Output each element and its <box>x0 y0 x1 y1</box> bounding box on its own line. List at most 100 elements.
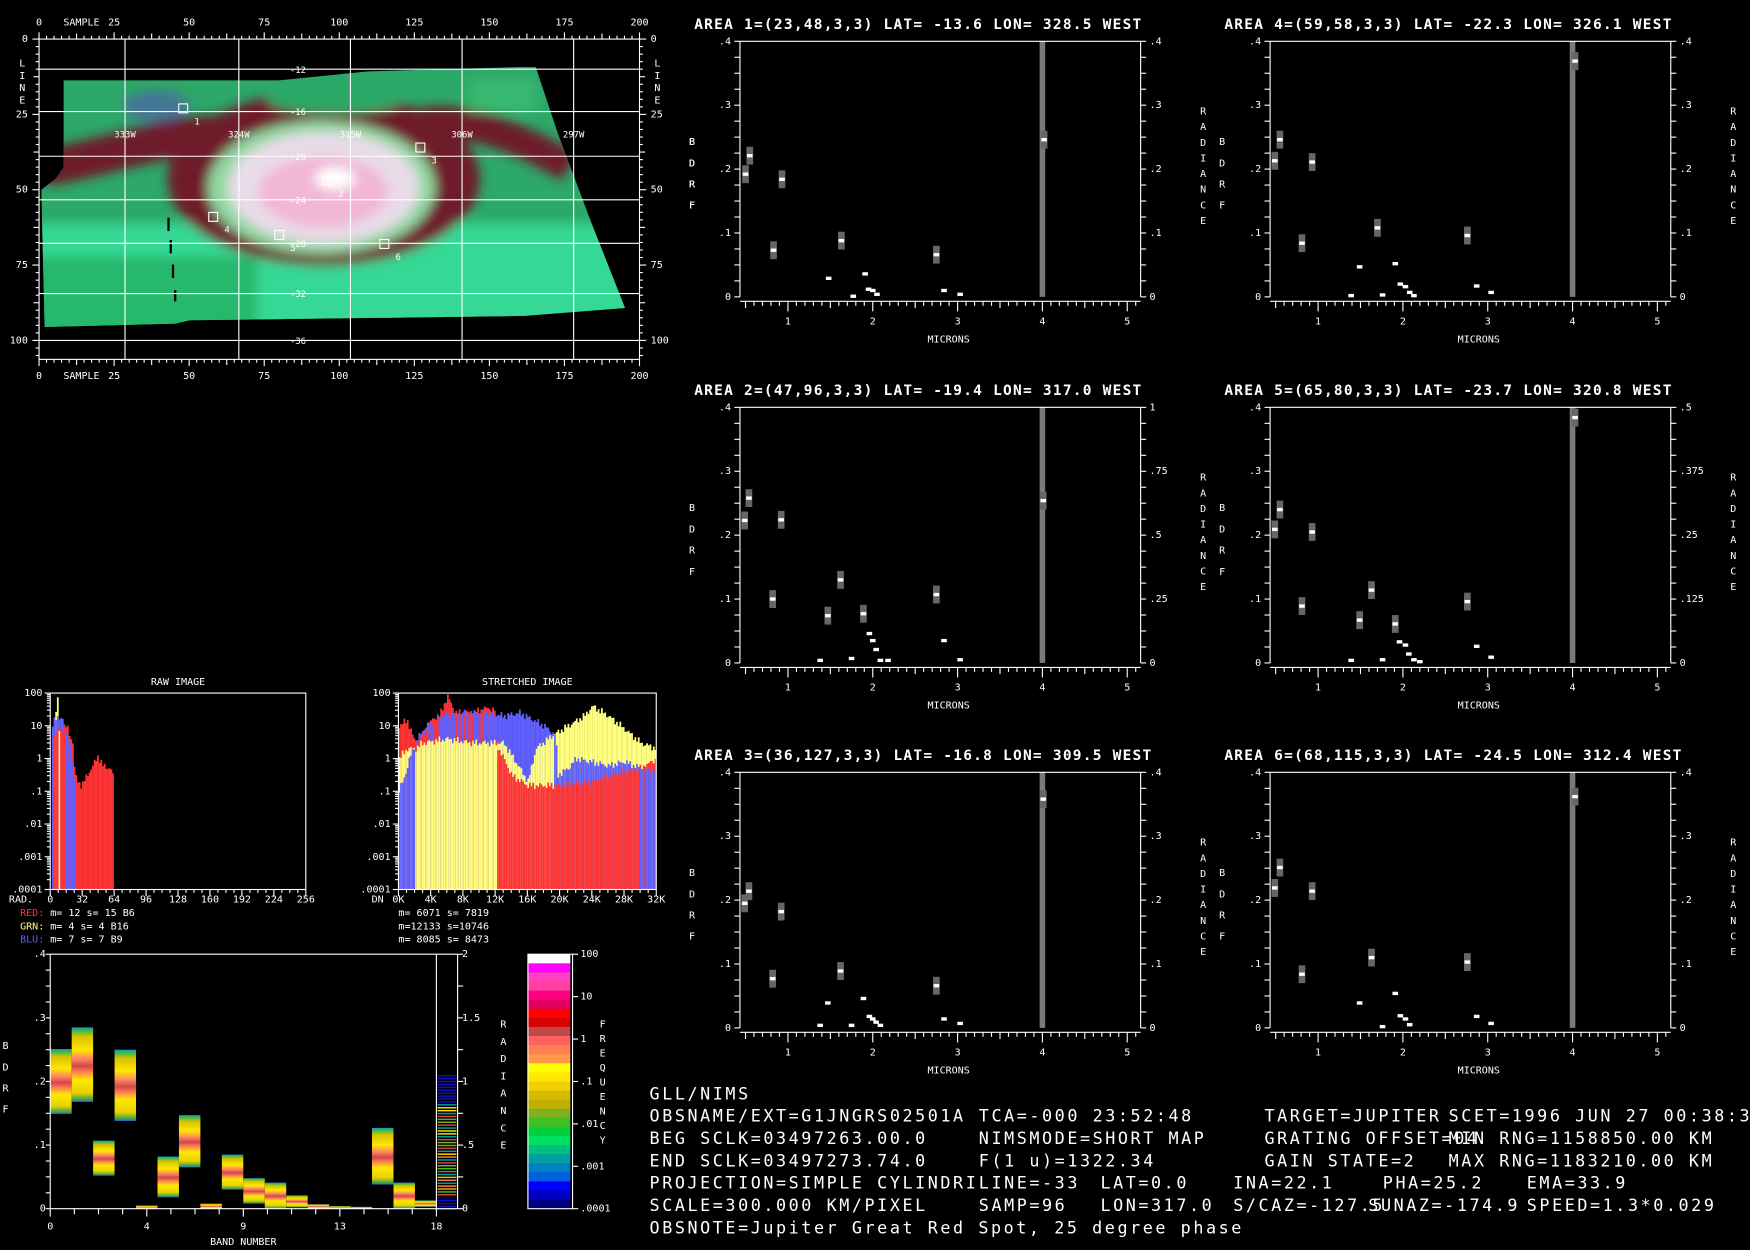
data-point <box>1397 282 1404 286</box>
y-tick-label: .2 <box>719 530 731 541</box>
y-axis-label: BDRF <box>686 868 698 954</box>
x-tick-label: 1 <box>1315 316 1321 327</box>
histogram-bar-red <box>626 774 628 890</box>
latitude-label: -36 <box>290 337 306 347</box>
x-tick-label: 1 <box>785 682 791 693</box>
area-marker-label: 3 <box>432 156 437 166</box>
colorbar-swatch <box>527 1181 571 1192</box>
histogram-bar-red <box>590 781 593 890</box>
histogram-bar-blu <box>410 755 412 890</box>
plot-canvas: .4.3.2.101.75.5.2501 2 3 4 5MICRONSRADIANCE <box>719 402 1207 711</box>
y-tick-label: 10 <box>379 721 391 732</box>
histogram-bar-red <box>559 784 561 890</box>
x-tick-label: 9 <box>240 1222 246 1233</box>
x-tick-label: 96 <box>140 895 152 906</box>
wavelength-marker-bar <box>1039 407 1046 663</box>
histogram-bar-red <box>552 789 555 890</box>
colorbar-tick-label: 100 <box>580 949 598 960</box>
colorbar-swatch <box>527 981 571 992</box>
data-point <box>1368 955 1375 960</box>
histogram-bar-blu <box>68 739 71 890</box>
f1u: F(1 u)=1322.34 <box>978 1150 1156 1171</box>
histogram-bar-red <box>629 770 632 890</box>
data-point <box>1368 588 1375 592</box>
data-point <box>1040 797 1047 801</box>
colorbar-swatch <box>527 1172 571 1182</box>
y2-tick-label: 0 <box>1680 292 1686 303</box>
histogram-bar-blu <box>413 749 416 890</box>
histogram-bar-grn <box>473 743 476 890</box>
data-point <box>1309 160 1315 164</box>
histogram-bar-blu <box>639 768 642 890</box>
colorbar-label-letter: E <box>600 1092 606 1103</box>
y2-axis-label-letter: A <box>500 1089 506 1100</box>
data-point <box>1406 290 1413 295</box>
line-tick-label: 75 <box>16 260 28 271</box>
spectrum-plot-area-5: AREA 5=(65,80,3,3) LAT= -23.7 LON= 320.8… <box>1200 375 1738 721</box>
band-range-bar <box>157 1156 179 1198</box>
y-tick-label: .2 <box>1249 895 1261 906</box>
histogram-bar-red <box>542 786 545 890</box>
radiance-strip-line <box>437 1118 457 1121</box>
histogram-bar-red <box>560 786 563 890</box>
y2-tick-label: .4 <box>1150 767 1162 778</box>
x-axis-label: MICRONS <box>1458 1065 1500 1076</box>
histogram-bar-blu <box>647 767 650 890</box>
histogram-bar-red <box>87 775 89 890</box>
histogram-bar-grn <box>492 743 494 890</box>
y2-tick-label: .4 <box>1680 767 1692 778</box>
histogram-bar-red <box>527 788 530 890</box>
colorbar-swatch <box>527 972 571 983</box>
histogram-bar-grn <box>418 747 421 890</box>
y-tick-label: 1 <box>36 754 42 765</box>
histogram-bar-red <box>108 768 111 890</box>
data-point <box>877 1023 884 1028</box>
band-range-bar <box>71 1027 94 1102</box>
colorbar-swatch <box>527 1081 571 1092</box>
histogram-bar-red <box>582 784 585 890</box>
histogram-bar-red <box>83 781 86 890</box>
data-point <box>866 631 873 636</box>
histogram-bar-blu <box>649 773 652 890</box>
y-axis-label: BDRF <box>686 503 698 589</box>
histogram-bar-grn <box>478 743 481 890</box>
histogram-bar-red <box>565 781 568 890</box>
y2-axis-label-letter: E <box>500 1141 506 1152</box>
stats-values: m= 6071 s= 7819 <box>398 908 489 919</box>
histogram-bar-red <box>601 780 603 890</box>
histogram-bar-blu <box>73 779 76 890</box>
y2-tick-label: .5 <box>462 1140 474 1151</box>
radiance-strip-line <box>437 1138 457 1141</box>
x-tick-label: 20K <box>551 895 569 906</box>
histogram-stretched-image: STRETCHED IMAGE100101.1.01.001.00010K 4K 8… <box>360 677 665 946</box>
sample-tick-label: 25 <box>108 371 120 382</box>
radiance-strip-line <box>437 1124 457 1126</box>
colorbar-label-letter: N <box>600 1107 606 1118</box>
projection: PROJECTION=SIMPLE CYLINDRI <box>649 1172 979 1194</box>
longitude-label: 324W <box>228 131 250 141</box>
y-tick-label: .001 <box>366 852 390 863</box>
radiance-strip-line <box>437 1167 457 1170</box>
y2-axis-label-letter: N <box>1730 185 1736 196</box>
colorbar-swatch <box>527 1126 571 1137</box>
phase-angle: PHA=25.2 <box>1382 1172 1484 1194</box>
radiance-strip-line <box>437 1086 457 1089</box>
histogram-bar-grn <box>58 731 61 890</box>
histogram-bar-grn <box>493 739 496 890</box>
y2-axis-label-letter: N <box>1730 551 1736 562</box>
sample-tick-label: 0 <box>36 371 42 382</box>
histogram-bar-grn <box>483 740 486 890</box>
x-tick-label: 5 <box>1124 682 1130 693</box>
histogram-bar-grn <box>467 742 469 890</box>
y2-tick-label: .1 <box>1150 959 1162 970</box>
radiance-strip-line <box>437 1170 457 1173</box>
data-point <box>746 153 753 158</box>
histogram-bar-red <box>604 777 607 890</box>
radiance-strip-line <box>437 1136 457 1138</box>
grating-offset: GRATING OFFSET=04 <box>1264 1128 1480 1149</box>
x-tick-label: 2 <box>1400 1047 1406 1058</box>
area-marker <box>322 175 333 186</box>
histogram-bar-grn <box>482 741 484 890</box>
histogram-bar-red <box>100 759 103 890</box>
y-tick-label: .3 <box>34 1013 46 1024</box>
